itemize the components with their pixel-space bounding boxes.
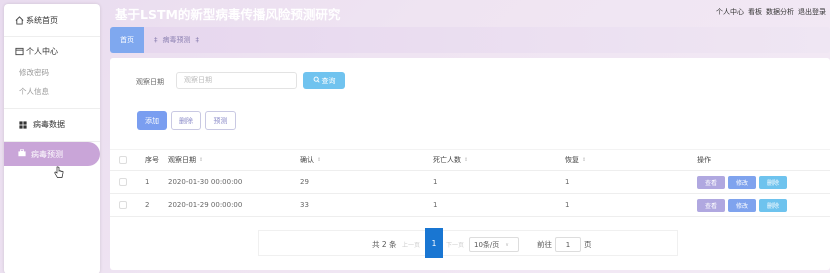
sort-icon: ⇕ — [464, 157, 469, 163]
sidebar-item-home[interactable]: 系统首页 — [14, 15, 110, 26]
chevron-down-icon: ∨ — [505, 241, 509, 248]
goto-label: 前往 — [537, 239, 552, 249]
view-button[interactable]: 查看 — [697, 198, 725, 212]
divider — [4, 108, 100, 109]
briefcase-icon — [18, 149, 26, 159]
tab-label: 病毒预测 — [162, 36, 191, 44]
tab-forecast[interactable]: ‡ 病毒预测 ‡ — [154, 27, 199, 53]
app-title: 基于LSTM的新型病毒传播风险预测研究 — [115, 7, 341, 22]
sidebar-item-personal-center[interactable]: 个人中心 — [14, 46, 110, 57]
sidebar-item-change-password[interactable]: 修改密码 — [19, 67, 49, 78]
page-unit-label: 页 — [584, 239, 592, 249]
sidebar-item-label: 病毒数据 — [33, 120, 65, 129]
table-row: 2 2020-01-29 00:00:00 33 1 1 查看 修改 删除 — [110, 194, 830, 217]
cell-date: 2020-01-29 00:00:00 — [168, 201, 243, 209]
main-panel: 观察日期 观察日期 查询 添加 删除 预测 序号 观察日期 ⇕ 确认 ⇕ 死亡人数 ⇕… — [110, 58, 830, 270]
pagination-total: 共 2 条 — [372, 239, 397, 249]
tab-arrows-icon: ‡ — [154, 36, 158, 44]
window-icon — [14, 47, 24, 57]
hand-cursor-icon — [54, 166, 64, 181]
cell-recovered: 1 — [565, 178, 570, 186]
cell-index: 2 — [145, 201, 150, 209]
view-button[interactable]: 查看 — [697, 175, 725, 189]
top-links: 个人中心 看板 数据分析 退出登录 — [716, 7, 826, 17]
search-input[interactable]: 观察日期 — [176, 72, 297, 89]
table-header: 序号 观察日期 ⇕ 确认 ⇕ 死亡人数 ⇕ 恢复 ⇕ 操作 — [110, 149, 830, 171]
sort-icon: ⇕ — [317, 157, 322, 163]
cell-deaths: 1 — [433, 201, 438, 209]
link-dashboard[interactable]: 看板 — [748, 7, 762, 17]
page-1-button[interactable]: 1 — [425, 228, 443, 258]
header-date[interactable]: 观察日期 ⇕ — [168, 150, 203, 170]
link-data-analysis[interactable]: 数据分析 — [766, 7, 794, 17]
page-size-select[interactable]: 10条/页 ∨ — [469, 237, 519, 252]
cell-confirmed: 29 — [300, 178, 309, 186]
tab-home[interactable]: 首页 — [110, 27, 144, 53]
search-icon — [313, 76, 320, 85]
sidebar-item-label: 病毒预测 — [31, 149, 63, 159]
link-logout[interactable]: 退出登录 — [798, 7, 826, 17]
sidebar-item-personal-info[interactable]: 个人信息 — [19, 86, 49, 97]
search-button-label: 查询 — [321, 76, 336, 85]
sidebar-item-virus-forecast[interactable]: 病毒预测 — [4, 142, 100, 166]
sidebar-item-label: 个人中心 — [26, 47, 58, 56]
sidebar-item-virus-data[interactable]: 病毒数据 — [18, 119, 114, 130]
row-delete-button[interactable]: 删除 — [759, 175, 787, 189]
cell-recovered: 1 — [565, 201, 570, 209]
cell-confirmed: 33 — [300, 201, 309, 209]
next-page-button[interactable]: 下一页 — [446, 231, 464, 257]
header-index: 序号 — [145, 156, 159, 164]
add-button[interactable]: 添加 — [137, 111, 167, 130]
prev-page-button[interactable]: 上一页 — [402, 231, 420, 257]
cell-deaths: 1 — [433, 178, 438, 186]
grid-icon — [18, 120, 28, 130]
tab-arrows-icon: ‡ — [195, 36, 200, 44]
link-personal-center[interactable]: 个人中心 — [716, 7, 744, 17]
header-deaths[interactable]: 死亡人数 ⇕ — [433, 150, 468, 170]
sidebar-item-label: 系统首页 — [26, 16, 58, 25]
search-button[interactable]: 查询 — [303, 72, 345, 89]
search-label: 观察日期 — [136, 78, 164, 86]
sort-icon: ⇕ — [199, 157, 204, 163]
header-confirmed[interactable]: 确认 ⇕ — [300, 150, 321, 170]
predict-button[interactable]: 预测 — [205, 111, 236, 130]
edit-button[interactable]: 修改 — [728, 198, 756, 212]
delete-button[interactable]: 删除 — [171, 111, 201, 130]
cell-date: 2020-01-30 00:00:00 — [168, 178, 243, 186]
row-checkbox[interactable] — [119, 178, 127, 186]
table-row: 1 2020-01-30 00:00:00 29 1 1 查看 修改 删除 — [110, 171, 830, 194]
page-size-value: 10条/页 — [474, 240, 500, 249]
cell-index: 1 — [145, 178, 150, 186]
home-icon — [14, 16, 24, 26]
row-delete-button[interactable]: 删除 — [759, 198, 787, 212]
sort-icon: ⇕ — [582, 157, 587, 163]
row-checkbox[interactable] — [119, 201, 127, 209]
goto-page-input[interactable]: 1 — [555, 237, 581, 252]
pagination: 共 2 条 上一页 1 下一页 10条/页 ∨ 前往 1 页 — [258, 228, 678, 258]
divider — [4, 36, 100, 37]
edit-button[interactable]: 修改 — [728, 175, 756, 189]
tab-bar: 首页 ‡ 病毒预测 ‡ — [110, 27, 830, 53]
header-actions: 操作 — [697, 156, 711, 164]
sidebar: 系统首页 个人中心 修改密码 个人信息 病毒数据 — [4, 4, 100, 273]
select-all-checkbox[interactable] — [119, 156, 127, 164]
header-recovered[interactable]: 恢复 ⇕ — [565, 150, 586, 170]
